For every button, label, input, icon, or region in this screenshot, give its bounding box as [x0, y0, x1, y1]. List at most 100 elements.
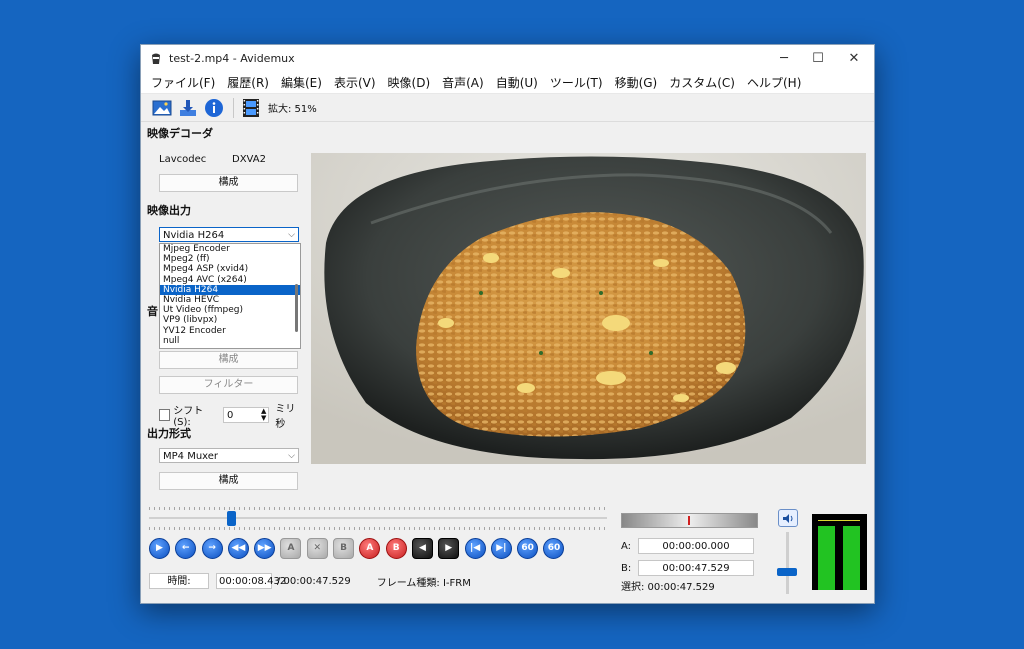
rewind-button[interactable]: ◀◀ — [227, 537, 249, 559]
video-output-title: 映像出力 — [147, 204, 191, 217]
shift-unit: ミリ秒 — [275, 404, 296, 430]
output-format-title: 出力形式 — [147, 427, 191, 440]
play-button[interactable]: ▶ — [149, 537, 170, 559]
jog-shuttle[interactable] — [621, 513, 758, 528]
decoder-info: Lavcodec DXVA2 — [147, 154, 303, 165]
chevron-down-icon: ⌵ — [288, 230, 295, 240]
menu-custom[interactable]: カスタム(C) — [663, 74, 741, 91]
save-export-icon[interactable] — [177, 97, 199, 119]
speaker-icon[interactable] — [778, 509, 798, 527]
title-bar: test-2.mp4 - Avidemux ─ ☐ ✕ — [141, 45, 874, 71]
menu-help[interactable]: ヘルプ(H) — [741, 74, 807, 91]
marker-b-field[interactable]: 00:00:47.529 — [638, 560, 754, 576]
dropdown-option[interactable]: Nvidia H264 — [160, 284, 300, 295]
menu-file[interactable]: ファイル(F) — [145, 74, 221, 91]
forward-button[interactable]: ▶▶ — [254, 537, 276, 559]
forward-60-button[interactable]: 60 — [543, 537, 565, 559]
time-button[interactable]: 時間: — [149, 573, 209, 589]
menu-auto[interactable]: 自動(U) — [490, 74, 544, 91]
meter-left-bar — [818, 525, 835, 590]
last-frame-button[interactable]: ▶| — [490, 537, 512, 559]
muxer-value: MP4 Muxer — [163, 451, 219, 462]
prev-frame-button[interactable]: ← — [175, 537, 197, 559]
shift-checkbox[interactable] — [159, 409, 171, 421]
dropdown-option[interactable]: VP9 (libvpx) — [160, 315, 300, 325]
selection-duration: 選択: 00:00:47.529 — [621, 582, 715, 593]
video-encoder-select[interactable]: Nvidia H264 ⌵ — [159, 227, 299, 242]
seek-bar[interactable] — [149, 507, 607, 533]
jog-indicator — [688, 516, 690, 525]
decoder-codec: Lavcodec — [159, 154, 207, 165]
decoder-hw: DXVA2 — [232, 154, 266, 165]
menu-bar: ファイル(F) 履歴(R) 編集(E) 表示(V) 映像(D) 音声(A) 自動… — [141, 71, 874, 94]
avidemux-logo-icon — [149, 51, 163, 65]
set-marker-a-button[interactable]: A — [280, 537, 302, 559]
next-frame-button[interactable]: → — [201, 537, 223, 559]
video-decoder-title: 映像デコーダ — [147, 127, 213, 140]
minimize-button[interactable]: ─ — [766, 45, 802, 71]
menu-tools[interactable]: ツール(T) — [544, 74, 609, 91]
set-marker-b-button[interactable]: B — [333, 537, 355, 559]
marker-a-field[interactable]: 00:00:00.000 — [638, 538, 754, 554]
muxer-config-button[interactable]: 構成 — [159, 472, 298, 490]
maximize-button[interactable]: ☐ — [800, 45, 836, 71]
menu-video[interactable]: 映像(D) — [382, 74, 437, 91]
dropdown-option[interactable]: Nvidia HEVC — [160, 295, 300, 305]
time-row: 時間: 00:00:08.432 / 00:00:47.529 フレーム種類: … — [149, 572, 471, 590]
muxer-select[interactable]: MP4 Muxer ⌵ — [159, 448, 299, 463]
window-title: test-2.mp4 - Avidemux — [169, 51, 295, 65]
seek-track — [149, 517, 607, 519]
menu-audio[interactable]: 音声(A) — [436, 74, 490, 91]
seek-ticks-top — [149, 507, 607, 510]
marker-panel: A: 00:00:00.000 B: 00:00:47.529 選択: 00:0… — [621, 513, 761, 593]
shift-input[interactable]: 0 ▲ ▼ — [222, 407, 270, 423]
delete-button[interactable]: ✕ — [306, 537, 328, 559]
menu-go[interactable]: 移動(G) — [609, 74, 664, 91]
volume-slider[interactable] — [777, 568, 797, 577]
open-image-icon[interactable] — [151, 97, 173, 119]
toolbar-separator — [233, 97, 234, 118]
dropdown-scrollbar[interactable] — [295, 284, 298, 332]
video-encoder-dropdown[interactable]: Mjpeg Encoder Mpeg2 (ff) Mpeg4 ASP (xvid4)… — [159, 243, 301, 349]
dropdown-option[interactable]: Mjpeg Encoder — [160, 244, 300, 254]
meter-right-bar — [843, 525, 860, 590]
audio-config-button[interactable]: 構成 — [159, 351, 298, 369]
menu-history[interactable]: 履歴(R) — [221, 74, 275, 91]
back-60-button[interactable]: 60 — [517, 537, 539, 559]
volume-track[interactable] — [786, 532, 789, 594]
menu-edit[interactable]: 編集(E) — [275, 74, 328, 91]
dropdown-option[interactable]: Mpeg4 AVC (x264) — [160, 275, 300, 285]
shift-value: 0 — [226, 410, 234, 421]
prev-keyframe-button[interactable]: ◀ — [411, 537, 433, 559]
dropdown-option[interactable]: Mpeg4 ASP (xvid4) — [160, 264, 300, 274]
audio-filter-button[interactable]: フィルター — [159, 376, 298, 394]
audio-meter — [812, 514, 867, 590]
spinner-arrows-icon[interactable]: ▲ ▼ — [261, 408, 266, 422]
menu-view[interactable]: 表示(V) — [328, 74, 382, 91]
total-time: / 00:00:47.529 — [277, 575, 351, 587]
chevron-down-icon: ⌵ — [288, 451, 295, 461]
marker-b-label: B: — [621, 562, 632, 574]
current-time-field[interactable]: 00:00:08.432 — [216, 573, 286, 589]
marker-a-row: A: 00:00:00.000 — [621, 538, 761, 554]
decoder-config-button[interactable]: 構成 — [159, 174, 298, 192]
seek-handle[interactable] — [227, 511, 237, 526]
dropdown-option[interactable]: YV12 Encoder — [160, 326, 300, 336]
goto-marker-a-button[interactable]: A — [359, 537, 381, 559]
video-preview — [311, 153, 866, 464]
next-keyframe-button[interactable]: ▶ — [438, 537, 460, 559]
marker-b-row: B: 00:00:47.529 — [621, 560, 761, 576]
marker-a-label: A: — [621, 540, 632, 552]
dropdown-option[interactable]: Mpeg2 (ff) — [160, 254, 300, 264]
toolbar: 拡大: 51% — [141, 94, 874, 122]
dropdown-option[interactable]: null — [160, 336, 300, 346]
dropdown-option[interactable]: Ut Video (ffmpeg) — [160, 305, 300, 315]
goto-marker-b-button[interactable]: B — [385, 537, 407, 559]
info-icon[interactable] — [203, 97, 225, 119]
close-button[interactable]: ✕ — [836, 45, 872, 71]
audio-output-title: 音 — [147, 305, 158, 318]
first-frame-button[interactable]: |◀ — [464, 537, 486, 559]
frame-type: フレーム種類: I-FRM — [376, 577, 471, 589]
playback-controls: ▶ ← → ◀◀ ▶▶ A ✕ B A B ◀ ▶ |◀ ▶| 60 60 — [149, 537, 570, 559]
film-strip-icon[interactable] — [240, 97, 262, 119]
